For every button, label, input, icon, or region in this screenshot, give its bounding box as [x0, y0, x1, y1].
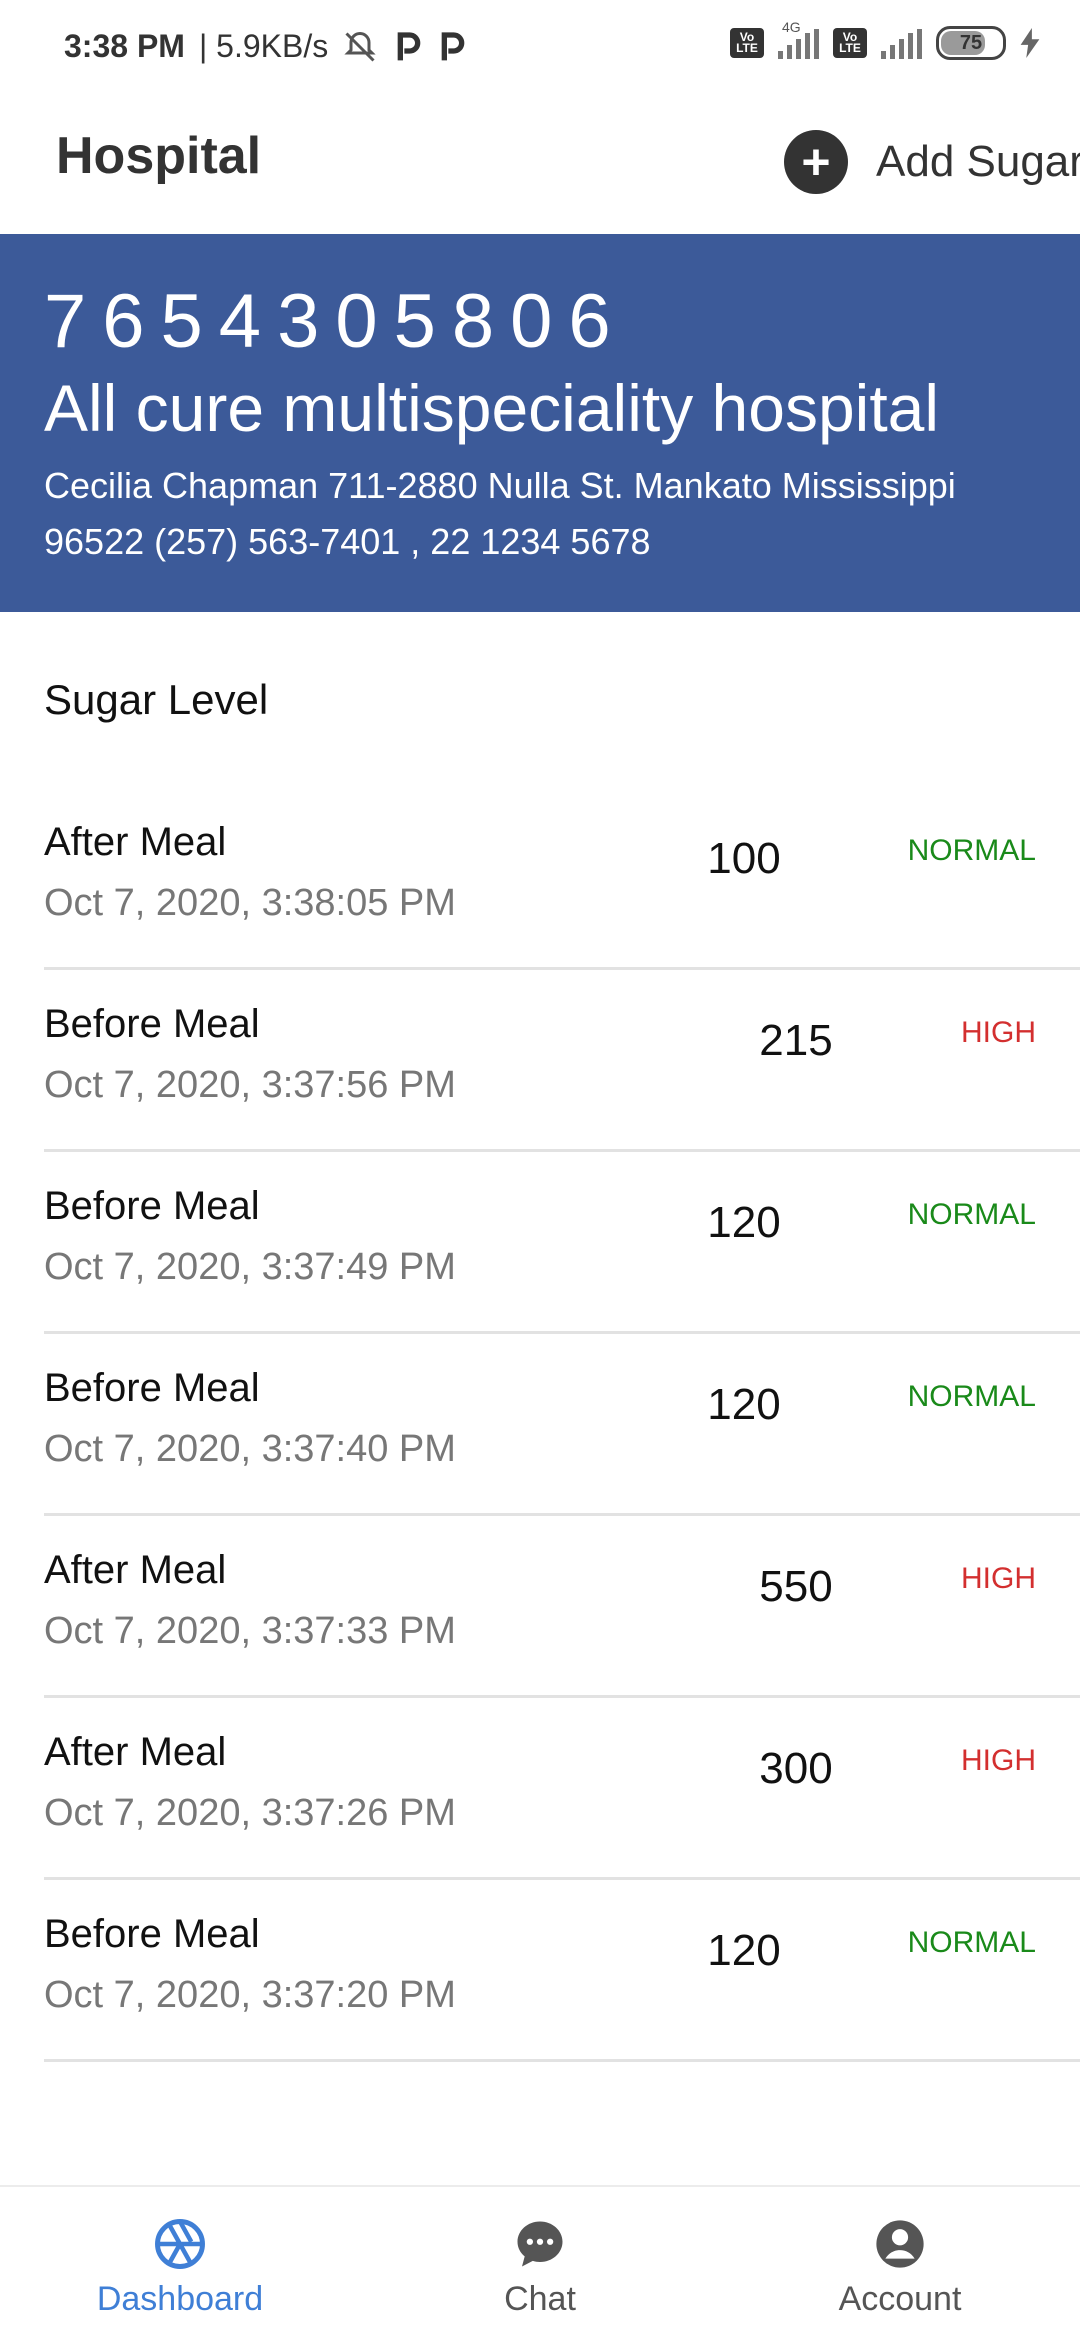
nav-label: Dashboard [96, 2280, 264, 2318]
reading-timestamp: Oct 7, 2020, 3:37:40 PM [44, 1428, 456, 1470]
reading-timestamp: Oct 7, 2020, 3:37:20 PM [44, 1974, 456, 2016]
status-right: Vo LTE 4G Vo LTE 75 [730, 19, 1040, 60]
battery-icon: 75 [936, 26, 1006, 60]
meal-type: Before Meal [44, 1184, 260, 1228]
signal-icon: 4G [778, 19, 819, 59]
hospital-phone: 7654305806 [44, 279, 627, 364]
reading-value: 300 [759, 1744, 833, 1793]
meal-type: Before Meal [44, 1002, 260, 1046]
volte-icon: Vo LTE [833, 28, 867, 58]
app-bar: Hospital + Add Sugar [0, 100, 1080, 234]
sugar-readings-list: After Meal Oct 7, 2020, 3:38:05 PM 100 N… [0, 788, 1080, 2062]
list-item[interactable]: Before Meal Oct 7, 2020, 3:37:56 PM 215 … [0, 970, 1080, 1152]
list-item[interactable]: After Meal Oct 7, 2020, 3:37:33 PM 550 H… [0, 1516, 1080, 1698]
reading-value: 550 [759, 1562, 833, 1611]
reading-value: 120 [707, 1926, 781, 1975]
charging-bolt-icon [1020, 28, 1040, 58]
status-badge: NORMAL [907, 1198, 1036, 1231]
meal-type: Before Meal [44, 1912, 260, 1956]
reading-value: 120 [707, 1198, 781, 1247]
volte-icon: Vo LTE [730, 28, 764, 58]
status-badge: HIGH [961, 1744, 1036, 1777]
status-bar: 3:38 PM | 5.9KB/s Vo LTE 4G Vo LTE 75 [0, 0, 1080, 100]
meal-type: After Meal [44, 1548, 227, 1592]
parking-app-icon [397, 31, 421, 60]
parking-app-icon [441, 31, 465, 60]
reading-value: 100 [707, 834, 781, 883]
divider [44, 2059, 1080, 2062]
page-title: Hospital [56, 127, 262, 185]
reading-value: 215 [759, 1016, 833, 1065]
hospital-address: Cecilia Chapman 711-2880 Nulla St. Manka… [44, 465, 956, 562]
reading-timestamp: Oct 7, 2020, 3:37:56 PM [44, 1064, 456, 1106]
chat-bubble-icon [517, 2221, 563, 2267]
add-icon: + [784, 130, 848, 194]
status-badge: NORMAL [907, 834, 1036, 867]
reading-value: 120 [707, 1380, 781, 1429]
meal-type: Before Meal [44, 1366, 260, 1410]
aperture-icon [155, 2219, 205, 2269]
reading-timestamp: Oct 7, 2020, 3:37:49 PM [44, 1246, 456, 1288]
list-item[interactable]: After Meal Oct 7, 2020, 3:37:26 PM 300 H… [0, 1698, 1080, 1880]
reading-timestamp: Oct 7, 2020, 3:37:26 PM [44, 1792, 456, 1834]
list-item[interactable]: After Meal Oct 7, 2020, 3:38:05 PM 100 N… [0, 788, 1080, 970]
add-sugar-button[interactable]: + Add Sugar [784, 120, 1080, 204]
status-badge: HIGH [961, 1562, 1036, 1595]
network-speed: | 5.9KB/s [198, 28, 329, 64]
network-type: 4G [782, 19, 801, 35]
status-time: 3:38 PM [64, 28, 185, 64]
battery-level: 75 [959, 31, 983, 54]
nav-chat[interactable]: Chat [390, 2217, 690, 2319]
nav-dashboard[interactable]: Dashboard [30, 2217, 330, 2319]
hospital-name: All cure multispeciality hospital [44, 371, 940, 445]
list-item[interactable]: Before Meal Oct 7, 2020, 3:37:40 PM 120 … [0, 1334, 1080, 1516]
section-title: Sugar Level [44, 676, 269, 723]
list-item[interactable]: Before Meal Oct 7, 2020, 3:37:49 PM 120 … [0, 1152, 1080, 1334]
list-item[interactable]: Before Meal Oct 7, 2020, 3:37:20 PM 120 … [0, 1880, 1080, 2062]
reading-timestamp: Oct 7, 2020, 3:38:05 PM [44, 882, 456, 924]
bottom-navigation: Dashboard Chat Account [0, 2185, 1080, 2342]
meal-type: After Meal [44, 1730, 227, 1774]
status-left: 3:38 PM | 5.9KB/s [64, 28, 466, 65]
hospital-banner: 7654305806 All cure multispeciality hosp… [0, 234, 1080, 612]
bell-off-icon [344, 31, 376, 62]
account-circle-icon [876, 2220, 924, 2268]
nav-account[interactable]: Account [750, 2217, 1050, 2319]
status-badge: NORMAL [907, 1380, 1036, 1413]
nav-label: Chat [504, 2280, 576, 2318]
add-sugar-label: Add Sugar [876, 137, 1080, 186]
meal-type: After Meal [44, 820, 227, 864]
status-badge: NORMAL [907, 1926, 1036, 1959]
signal-icon [881, 27, 922, 59]
reading-timestamp: Oct 7, 2020, 3:37:33 PM [44, 1610, 456, 1652]
status-badge: HIGH [961, 1016, 1036, 1049]
nav-label: Account [838, 2280, 962, 2318]
